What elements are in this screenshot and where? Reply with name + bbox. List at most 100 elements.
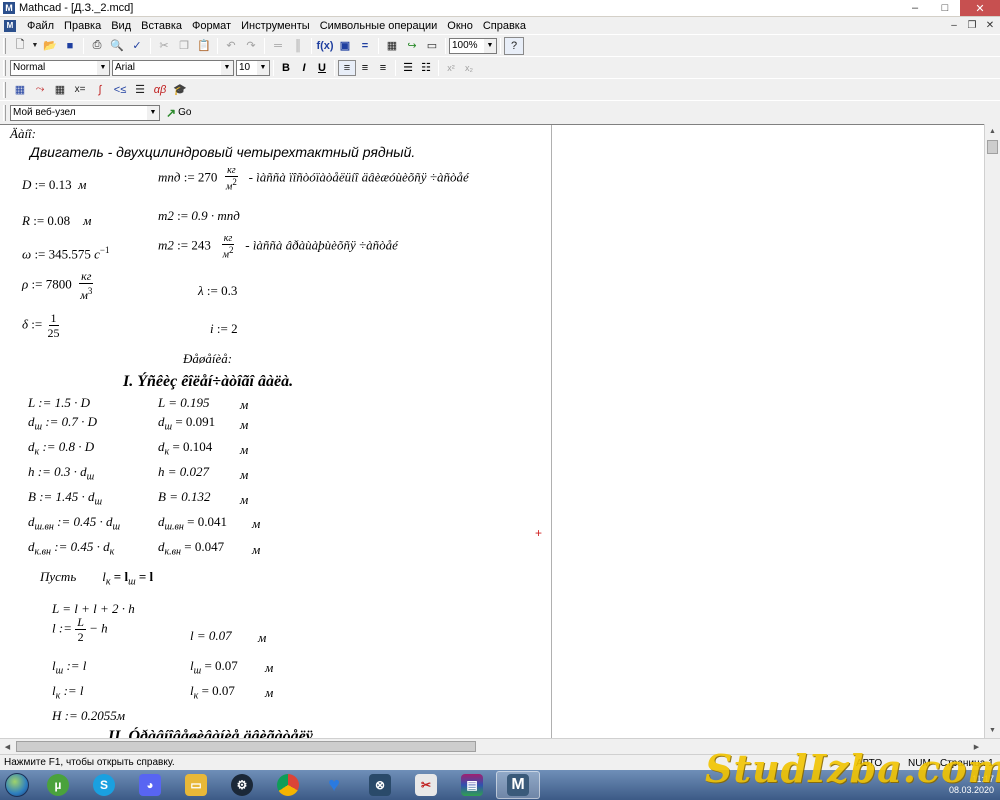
- redo-icon[interactable]: ↷: [241, 37, 261, 55]
- subscript-icon[interactable]: x₂: [460, 60, 478, 76]
- document-menu-icon[interactable]: M: [4, 19, 16, 32]
- doc-minimize-icon[interactable]: –: [946, 18, 962, 32]
- taskbar-app[interactable]: ⊗: [358, 771, 402, 799]
- taskbar-discord[interactable]: ◕: [128, 771, 172, 799]
- print-preview-icon[interactable]: 🔍: [107, 37, 127, 55]
- scroll-thumb[interactable]: [987, 140, 998, 154]
- go-button[interactable]: ↗ Go: [166, 106, 191, 120]
- spell-check-icon[interactable]: ✓: [127, 37, 147, 55]
- align-across-icon[interactable]: ═: [268, 37, 288, 55]
- scroll-down-icon[interactable]: ▼: [985, 723, 1000, 738]
- underline-button[interactable]: U: [313, 60, 331, 76]
- taskbar-chrome[interactable]: [266, 771, 310, 799]
- R-unit: м: [83, 213, 92, 228]
- menu-help[interactable]: Справка: [478, 20, 531, 32]
- style-select[interactable]: Normal ▼: [10, 59, 110, 76]
- align-left-icon[interactable]: ≡: [338, 59, 356, 76]
- menu-window[interactable]: Окно: [442, 20, 478, 32]
- start-button[interactable]: [0, 770, 34, 800]
- open-folder-icon[interactable]: 📂: [40, 37, 60, 55]
- d-kvn-sub: к.вн: [34, 546, 51, 558]
- undo-icon[interactable]: ↶: [221, 37, 241, 55]
- insert-region-icon[interactable]: ▭: [422, 37, 442, 55]
- insert-hyperlink-icon[interactable]: ↪: [402, 37, 422, 55]
- greek-icon[interactable]: αβ: [150, 81, 170, 99]
- menu-view[interactable]: Вид: [106, 20, 136, 32]
- align-right-icon[interactable]: ≡: [374, 60, 392, 76]
- menu-file[interactable]: Файл: [22, 20, 59, 32]
- separator: [83, 37, 84, 54]
- new-dropdown-icon[interactable]: ▼: [30, 37, 40, 55]
- taskbar-explorer[interactable]: ▭: [174, 771, 218, 799]
- close-icon[interactable]: ✕: [960, 0, 1000, 16]
- taskbar-utorrent[interactable]: µ: [36, 771, 80, 799]
- separator: [311, 37, 312, 54]
- align-center-icon[interactable]: ≡: [356, 60, 374, 76]
- res-l-sh: lш = 0.07: [190, 658, 238, 677]
- taskbar-snipping[interactable]: ✂: [404, 771, 448, 799]
- menu-edit[interactable]: Правка: [59, 20, 106, 32]
- insert-component-icon[interactable]: ▦: [382, 37, 402, 55]
- matrix-icon[interactable]: ▦: [50, 81, 70, 99]
- graph-icon[interactable]: ⤳: [30, 81, 50, 99]
- bold-button[interactable]: B: [277, 60, 295, 76]
- calculator-icon[interactable]: ▦: [10, 81, 30, 99]
- delta-num: 1: [48, 311, 59, 326]
- toolbar-grip[interactable]: [3, 104, 6, 121]
- font-select[interactable]: Arial ▼: [112, 59, 234, 76]
- align-down-icon[interactable]: ║: [288, 37, 308, 55]
- scroll-up-icon[interactable]: ▲: [985, 124, 1000, 139]
- d-shvn-res-tail: = 0.041: [183, 514, 227, 529]
- font-size-select[interactable]: 10 ▼: [236, 59, 270, 76]
- taskbar-steam[interactable]: ⚙: [220, 771, 264, 799]
- toolbar-grip[interactable]: [3, 81, 6, 98]
- cut-icon[interactable]: ✂: [154, 37, 174, 55]
- help-icon[interactable]: ?: [504, 36, 524, 55]
- minimize-icon[interactable]: –: [900, 0, 930, 16]
- insert-unit-icon[interactable]: ▣: [335, 37, 355, 55]
- boolean-icon[interactable]: <≤: [110, 81, 130, 99]
- separator: [395, 59, 396, 76]
- scroll-thumb-horizontal[interactable]: [16, 741, 476, 752]
- toolbar-grip[interactable]: [3, 59, 6, 76]
- menu-tools[interactable]: Инструменты: [236, 20, 315, 32]
- symbolic-icon[interactable]: 🎓: [170, 81, 190, 99]
- web-node-select[interactable]: Мой веб-узел ▼: [10, 104, 160, 121]
- vertical-scrollbar[interactable]: ▲ ▼: [984, 124, 1000, 738]
- paste-icon[interactable]: 📋: [194, 37, 214, 55]
- menu-symbolics[interactable]: Символьные операции: [315, 20, 443, 32]
- new-document-icon[interactable]: 🗋: [10, 37, 30, 55]
- programming-icon[interactable]: ☰: [130, 81, 150, 99]
- zoom-select[interactable]: 100% ▼: [449, 37, 497, 54]
- copy-icon[interactable]: ❐: [174, 37, 194, 55]
- doc-close-icon[interactable]: ✕: [982, 18, 998, 32]
- toolbar-grip[interactable]: [3, 37, 6, 54]
- insert-function-icon[interactable]: f(x): [315, 37, 335, 55]
- doc-restore-icon[interactable]: ❐: [964, 18, 980, 32]
- separator: [217, 37, 218, 54]
- print-icon[interactable]: ⎙: [87, 37, 107, 55]
- d-k-res-tail: = 0.104: [169, 439, 213, 454]
- chevron-down-icon: ▼: [257, 60, 269, 75]
- bullets-icon[interactable]: ☰: [399, 60, 417, 76]
- italic-button[interactable]: I: [295, 60, 313, 76]
- calculus-icon[interactable]: ∫: [90, 81, 110, 99]
- status-hint: Нажмите F1, чтобы открыть справку.: [4, 757, 175, 768]
- worksheet[interactable]: Äàíî: Двигатель - двухцилиндровый четыре…: [0, 124, 984, 738]
- def-l: l := L2 − h: [52, 615, 108, 644]
- maximize-icon[interactable]: □: [930, 0, 960, 16]
- d-shvn-tail: := 0.45 · d: [53, 514, 113, 529]
- evaluation-icon[interactable]: x=: [70, 81, 90, 99]
- taskbar-mathcad[interactable]: M: [496, 771, 540, 799]
- calculate-icon[interactable]: =: [355, 37, 375, 55]
- scroll-left-icon[interactable]: ◀: [0, 739, 15, 754]
- superscript-icon[interactable]: x²: [442, 60, 460, 76]
- numbering-icon[interactable]: ☷: [417, 60, 435, 76]
- taskbar-skype[interactable]: S: [82, 771, 126, 799]
- res-h: h = 0.027: [158, 464, 209, 480]
- menu-insert[interactable]: Вставка: [136, 20, 187, 32]
- save-icon[interactable]: ■: [60, 37, 80, 55]
- taskbar-heart-app[interactable]: ♥: [312, 771, 356, 799]
- taskbar-winrar[interactable]: ▤: [450, 771, 494, 799]
- menu-format[interactable]: Формат: [187, 20, 236, 32]
